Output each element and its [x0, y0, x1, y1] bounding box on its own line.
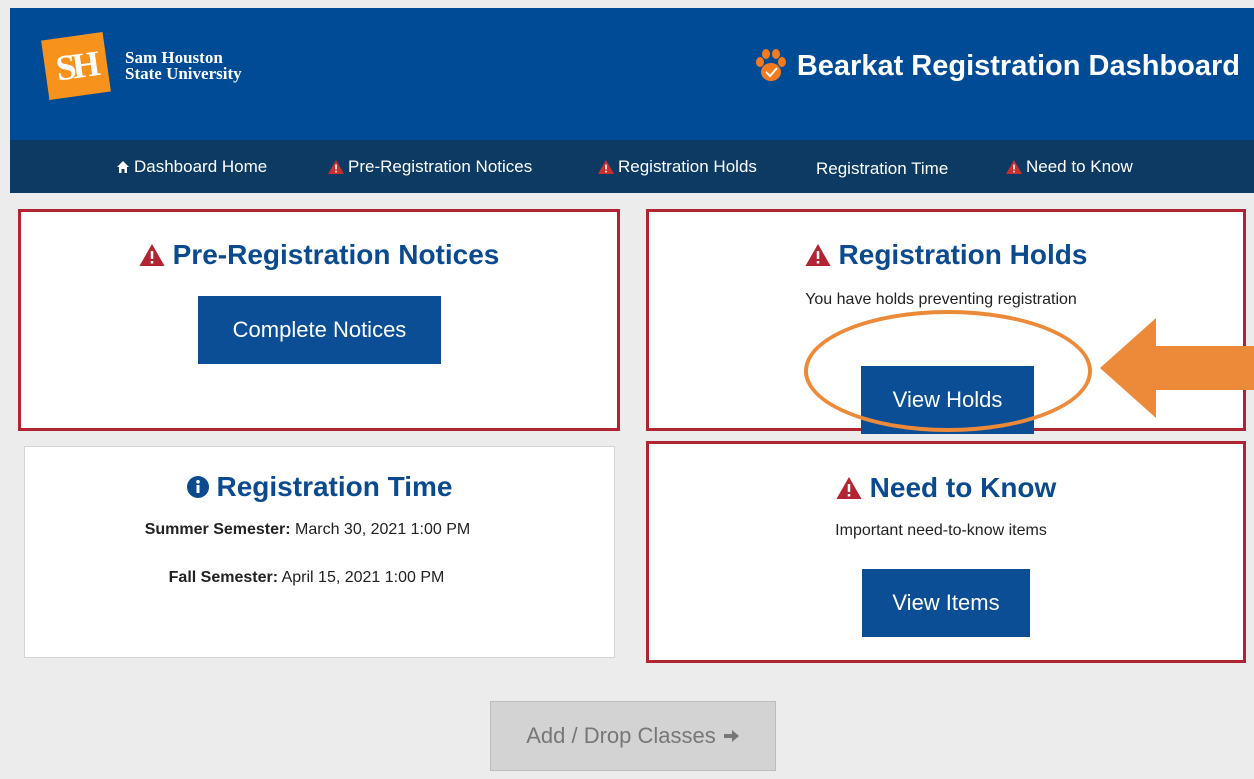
card-title: Registration Time — [25, 471, 614, 503]
nav-registration-time[interactable]: Registration Time — [816, 159, 948, 179]
logo-monogram: SH — [41, 31, 111, 101]
warning-icon — [836, 477, 862, 499]
info-icon — [186, 476, 209, 498]
highlight-ellipse — [804, 310, 1092, 432]
need-to-know-message: Important need-to-know items — [835, 522, 1047, 539]
summer-semester-line: Summer Semester: March 30, 2021 1:00 PM — [1, 521, 614, 539]
pre-registration-card: Pre-Registration Notices Complete Notice… — [18, 209, 620, 431]
warning-icon — [804, 244, 831, 266]
logo-text: Sam Houston State University — [125, 49, 242, 83]
nav-label: Need to Know — [1026, 157, 1133, 176]
nav-label: Pre-Registration Notices — [348, 157, 533, 176]
view-items-button[interactable]: View Items — [862, 569, 1030, 637]
arrow-left-icon — [1100, 318, 1254, 418]
card-title: Registration Holds — [649, 239, 1243, 271]
card-title-text: Pre-Registration Notices — [172, 239, 500, 270]
fall-semester-label: Fall Semester: — [168, 569, 279, 586]
card-title-text: Registration Holds — [838, 239, 1088, 270]
app-title: Bearkat Registration Dashboard — [796, 49, 1240, 82]
registration-time-card: Registration Time Summer Semester: March… — [24, 446, 615, 658]
header-bar: SH Sam Houston State University Bearkat … — [10, 8, 1254, 140]
nav-pre-registration-notices[interactable]: Pre-Registration Notices — [328, 157, 532, 177]
warning-icon — [598, 160, 614, 174]
warning-icon — [139, 244, 165, 266]
warning-icon — [328, 160, 344, 174]
nav-label: Registration Time — [816, 159, 949, 178]
summer-semester-value: March 30, 2021 1:00 PM — [295, 521, 471, 538]
app-title-group: Bearkat Registration Dashboard — [753, 48, 1240, 84]
logo-line-2: State University — [125, 64, 242, 83]
home-icon — [117, 161, 129, 173]
summer-semester-label: Summer Semester: — [144, 521, 291, 538]
need-to-know-card: Need to Know Important need-to-know item… — [646, 441, 1246, 663]
nav-registration-holds[interactable]: Registration Holds — [598, 157, 757, 177]
warning-icon — [1006, 160, 1022, 174]
card-title: Pre-Registration Notices — [21, 239, 617, 271]
holds-message: You have holds preventing registration — [805, 291, 1077, 308]
nav-dashboard-home[interactable]: Dashboard Home — [116, 157, 267, 177]
add-drop-label: Add / Drop Classes — [526, 723, 716, 748]
add-drop-classes-button[interactable]: Add / Drop Classes — [490, 701, 776, 771]
fall-semester-value: April 15, 2021 1:00 PM — [281, 569, 445, 586]
page: SH Sam Houston State University Bearkat … — [0, 0, 1254, 779]
card-title-text: Registration Time — [216, 471, 453, 502]
arrow-right-icon — [723, 730, 739, 742]
card-title: Need to Know — [649, 472, 1243, 504]
main-nav: Dashboard Home Pre-Registration Notices … — [10, 140, 1254, 193]
fall-semester-line: Fall Semester: April 15, 2021 1:00 PM — [0, 569, 614, 587]
complete-notices-button[interactable]: Complete Notices — [198, 296, 441, 364]
university-logo[interactable]: SH Sam Houston State University — [41, 31, 242, 101]
nav-need-to-know[interactable]: Need to Know — [1006, 157, 1133, 177]
nav-label: Dashboard Home — [134, 157, 268, 176]
card-title-text: Need to Know — [869, 472, 1057, 503]
paw-icon — [755, 49, 786, 81]
nav-label: Registration Holds — [618, 157, 757, 176]
